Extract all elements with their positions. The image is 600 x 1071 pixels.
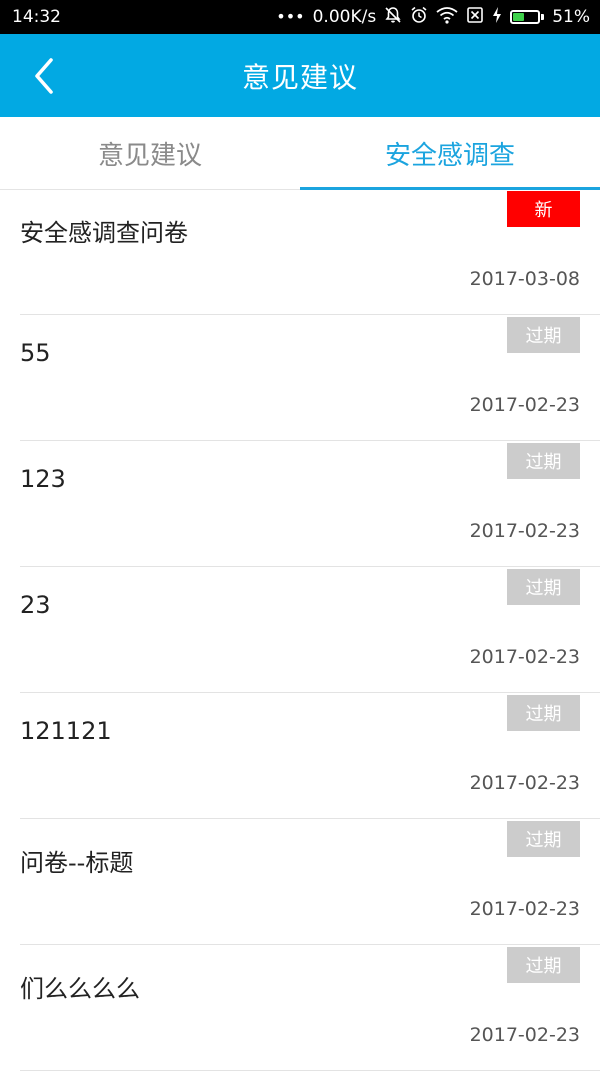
list-item[interactable]: 问卷--标题 过期 2017-02-23 bbox=[20, 819, 600, 945]
tab-security-survey[interactable]: 安全感调查 bbox=[300, 117, 600, 190]
item-date: 2017-02-23 bbox=[469, 772, 580, 794]
expired-badge: 过期 bbox=[507, 695, 580, 731]
charging-icon bbox=[492, 6, 502, 29]
status-bar: 14:32 ••• 0.00K/s 51% bbox=[0, 0, 600, 34]
expired-badge: 过期 bbox=[507, 947, 580, 983]
network-speed: 0.00K/s bbox=[312, 7, 377, 27]
item-title: 安全感调查问卷 bbox=[20, 219, 188, 247]
battery-percent: 51% bbox=[552, 7, 590, 27]
status-time: 14:32 bbox=[12, 7, 61, 27]
item-date: 2017-02-23 bbox=[469, 520, 580, 542]
list-item[interactable]: 安全感调查问卷 新 2017-03-08 bbox=[20, 189, 600, 315]
item-date: 2017-02-23 bbox=[469, 394, 580, 416]
item-title: 121121 bbox=[20, 717, 112, 745]
app-bar: 意见建议 bbox=[0, 34, 600, 117]
more-dots-icon: ••• bbox=[276, 7, 305, 26]
battery-icon bbox=[510, 10, 545, 24]
item-date: 2017-02-23 bbox=[469, 1024, 580, 1046]
expired-badge: 过期 bbox=[507, 443, 580, 479]
chevron-left-icon bbox=[35, 58, 53, 94]
battery-level-fill bbox=[513, 13, 525, 21]
list-item[interactable]: 121121 过期 2017-02-23 bbox=[20, 693, 600, 819]
status-indicators: ••• 0.00K/s 51% bbox=[276, 6, 590, 29]
back-button[interactable] bbox=[24, 54, 64, 98]
item-date: 2017-02-23 bbox=[469, 898, 580, 920]
list-item[interactable]: 23 过期 2017-02-23 bbox=[20, 567, 600, 693]
tab-bar: 意见建议 安全感调查 bbox=[0, 117, 600, 190]
item-title: 123 bbox=[20, 465, 66, 493]
item-title: 23 bbox=[20, 591, 51, 619]
new-badge: 新 bbox=[507, 191, 580, 227]
item-title: 问卷--标题 bbox=[20, 849, 134, 877]
page-title: 意见建议 bbox=[241, 60, 358, 94]
survey-list: 安全感调查问卷 新 2017-03-08 55 过期 2017-02-23 12… bbox=[0, 189, 600, 1071]
tab-feedback[interactable]: 意见建议 bbox=[0, 117, 300, 189]
item-title: 55 bbox=[20, 339, 51, 367]
item-date: 2017-03-08 bbox=[469, 268, 580, 290]
item-title: 们么么么么 bbox=[20, 975, 140, 1003]
expired-badge: 过期 bbox=[507, 569, 580, 605]
mute-bell-icon bbox=[384, 6, 402, 29]
wifi-icon bbox=[436, 6, 458, 29]
alarm-icon bbox=[410, 6, 428, 29]
expired-badge: 过期 bbox=[507, 317, 580, 353]
no-sim-icon bbox=[466, 6, 484, 29]
list-item[interactable]: 123 过期 2017-02-23 bbox=[20, 441, 600, 567]
list-item[interactable]: 55 过期 2017-02-23 bbox=[20, 315, 600, 441]
list-item[interactable]: 们么么么么 过期 2017-02-23 bbox=[20, 945, 600, 1071]
item-date: 2017-02-23 bbox=[469, 646, 580, 668]
expired-badge: 过期 bbox=[507, 821, 580, 857]
